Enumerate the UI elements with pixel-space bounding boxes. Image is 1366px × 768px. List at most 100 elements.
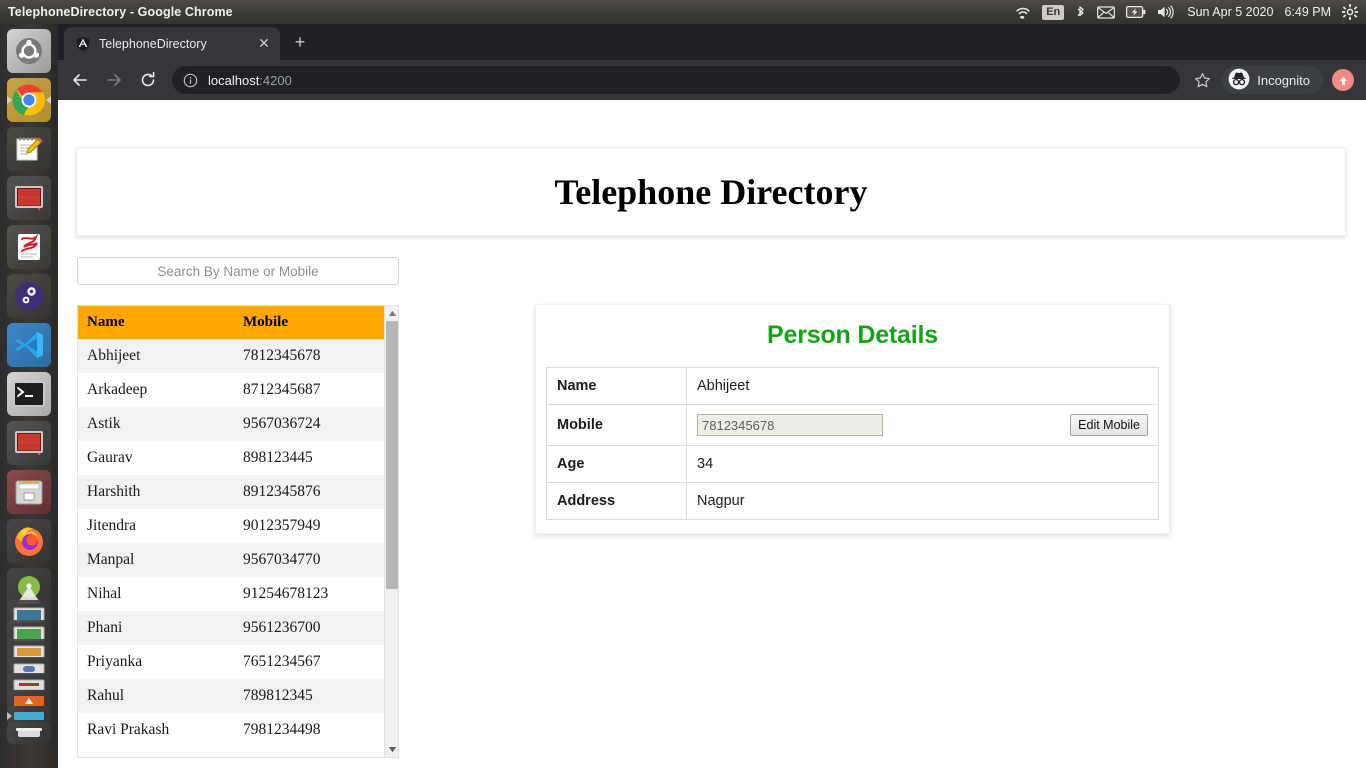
- details-row-name: Name Abhijeet: [546, 367, 1159, 405]
- launcher-item-document-viewer[interactable]: [7, 225, 51, 269]
- cell-name: Phani: [87, 619, 123, 636]
- cell-mobile: 7981234498: [243, 721, 321, 738]
- label-age: Age: [546, 445, 687, 483]
- launcher-item-system-settings[interactable]: [7, 274, 51, 318]
- ubuntu-top-panel: TelephoneDirectory - Google Chrome En Su…: [0, 0, 1366, 24]
- search-input[interactable]: [77, 257, 399, 285]
- mobile-input[interactable]: [697, 414, 883, 436]
- details-row-mobile: Mobile Edit Mobile: [546, 404, 1159, 446]
- directory-table-container: Name Mobile Abhijeet 7812345678 Arkadeep 87…: [77, 305, 399, 758]
- cell-mobile: 9561236700: [243, 619, 321, 636]
- close-icon[interactable]: ✕: [256, 36, 272, 52]
- launcher-item-ubuntu-dash[interactable]: [7, 29, 51, 73]
- window-title: TelephoneDirectory - Google Chrome: [8, 5, 233, 19]
- chrome-window: TelephoneDirectory ✕ + localhost:4200 I…: [58, 24, 1366, 768]
- scrollbar-thumb[interactable]: [386, 321, 398, 589]
- cell-name: Gaurav: [87, 449, 133, 466]
- table-header-row: Name Mobile: [78, 306, 384, 339]
- launcher-item-google-chrome[interactable]: [7, 78, 51, 122]
- directory-table-body: Abhijeet 7812345678 Arkadeep 8712345687 Asti…: [78, 339, 384, 747]
- cell-name: Astik: [87, 415, 121, 432]
- table-row[interactable]: Nihal 91254678123: [78, 577, 384, 611]
- label-mobile: Mobile: [546, 404, 687, 446]
- table-row[interactable]: Gaurav 898123445: [78, 441, 384, 475]
- cell-name: Rahul: [87, 687, 125, 704]
- scroll-down-arrow-icon[interactable]: [385, 742, 398, 757]
- battery-icon[interactable]: [1126, 1, 1146, 23]
- details-row-age: Age 34: [546, 445, 1159, 483]
- column-header-mobile[interactable]: Mobile: [234, 306, 384, 339]
- scroll-up-arrow-icon[interactable]: [385, 306, 398, 321]
- cell-name: Priyanka: [87, 653, 143, 670]
- mail-icon[interactable]: [1097, 1, 1116, 23]
- value-name: Abhijeet: [686, 367, 1159, 405]
- page-header-card: Telephone Directory: [76, 147, 1346, 236]
- launcher-item-vs-code[interactable]: [7, 323, 51, 367]
- bluetooth-icon[interactable]: [1075, 1, 1086, 23]
- launcher-item-trash[interactable]: [7, 722, 51, 744]
- table-row[interactable]: Priyanka 7651234567: [78, 645, 384, 679]
- table-row[interactable]: Arkadeep 8712345687: [78, 373, 384, 407]
- cell-name: Ravi Prakash: [87, 721, 170, 738]
- volume-icon[interactable]: [1157, 1, 1176, 23]
- site-info-icon[interactable]: [183, 73, 198, 88]
- details-row-address: Address Nagpur: [546, 482, 1159, 520]
- person-details-table: Name Abhijeet Mobile Edit Mobile: [546, 367, 1159, 520]
- back-button[interactable]: [66, 66, 94, 94]
- cell-mobile: 91254678123: [243, 585, 329, 602]
- cell-name: Abhijeet: [87, 347, 141, 364]
- reload-button[interactable]: [134, 66, 162, 94]
- star-icon[interactable]: [1188, 66, 1216, 94]
- keyboard-layout-indicator[interactable]: En: [1042, 1, 1065, 23]
- forward-button[interactable]: [100, 66, 128, 94]
- incognito-label: Incognito: [1257, 72, 1310, 88]
- page-viewport: Telephone Directory Name Mobile Abhijeet…: [58, 100, 1366, 768]
- cell-mobile: 789812345: [243, 687, 313, 704]
- incognito-indicator[interactable]: Incognito: [1222, 66, 1323, 94]
- angular-shield-icon: [75, 36, 91, 52]
- panel-date[interactable]: Sun Apr 5 2020: [1187, 1, 1273, 23]
- table-row[interactable]: Phani 9561236700: [78, 611, 384, 645]
- table-row[interactable]: Rahul 789812345: [78, 679, 384, 713]
- launcher-item-red-tiles-app-2[interactable]: [7, 421, 51, 465]
- browser-toolbar: localhost:4200 Incognito: [58, 60, 1366, 100]
- wifi-icon[interactable]: [1015, 1, 1031, 23]
- cell-name: Harshith: [87, 483, 141, 500]
- cell-mobile: 9567034770: [243, 551, 321, 568]
- value-age: 34: [686, 445, 1159, 483]
- launcher-item-text-editor[interactable]: [7, 127, 51, 171]
- new-tab-button[interactable]: +: [286, 29, 314, 57]
- table-row[interactable]: Jitendra 9012357949: [78, 509, 384, 543]
- page-title: Telephone Directory: [554, 171, 868, 212]
- profile-avatar[interactable]: [1332, 69, 1354, 91]
- gear-icon[interactable]: [1342, 1, 1358, 23]
- cell-name: Manpal: [87, 551, 135, 568]
- cell-mobile: 8912345876: [243, 483, 321, 500]
- url-port: :4200: [259, 72, 292, 88]
- tab-telephonedirectory[interactable]: TelephoneDirectory ✕: [64, 27, 280, 60]
- column-header-name[interactable]: Name: [78, 306, 234, 339]
- table-row[interactable]: Astik 9567036724: [78, 407, 384, 441]
- address-bar[interactable]: localhost:4200: [172, 66, 1181, 94]
- panel-clock[interactable]: 6:49 PM: [1284, 1, 1331, 23]
- table-row[interactable]: Abhijeet 7812345678: [78, 339, 384, 373]
- edit-mobile-button[interactable]: Edit Mobile: [1070, 414, 1148, 436]
- table-scrollbar[interactable]: [384, 306, 398, 757]
- cell-mobile: 9567036724: [243, 415, 321, 432]
- label-name: Name: [546, 367, 687, 405]
- launcher-item-files[interactable]: [7, 470, 51, 514]
- launcher-item-terminal[interactable]: [7, 372, 51, 416]
- launcher-item-red-tiles-app[interactable]: [7, 176, 51, 220]
- incognito-hat-icon: [1228, 68, 1250, 93]
- launcher-item-firefox[interactable]: [7, 519, 51, 563]
- directory-table: Name Mobile Abhijeet 7812345678 Arkadeep 87…: [78, 306, 384, 747]
- cell-mobile: 7651234567: [243, 653, 321, 670]
- tab-title: TelephoneDirectory: [99, 36, 207, 51]
- cell-name: Jitendra: [87, 517, 137, 534]
- cell-mobile: 9012357949: [243, 517, 321, 534]
- table-row[interactable]: Ravi Prakash 7981234498: [78, 713, 384, 747]
- table-row[interactable]: Manpal 9567034770: [78, 543, 384, 577]
- table-row[interactable]: Harshith 8912345876: [78, 475, 384, 509]
- value-mobile: Edit Mobile: [686, 404, 1159, 446]
- ubuntu-launcher: [0, 24, 58, 768]
